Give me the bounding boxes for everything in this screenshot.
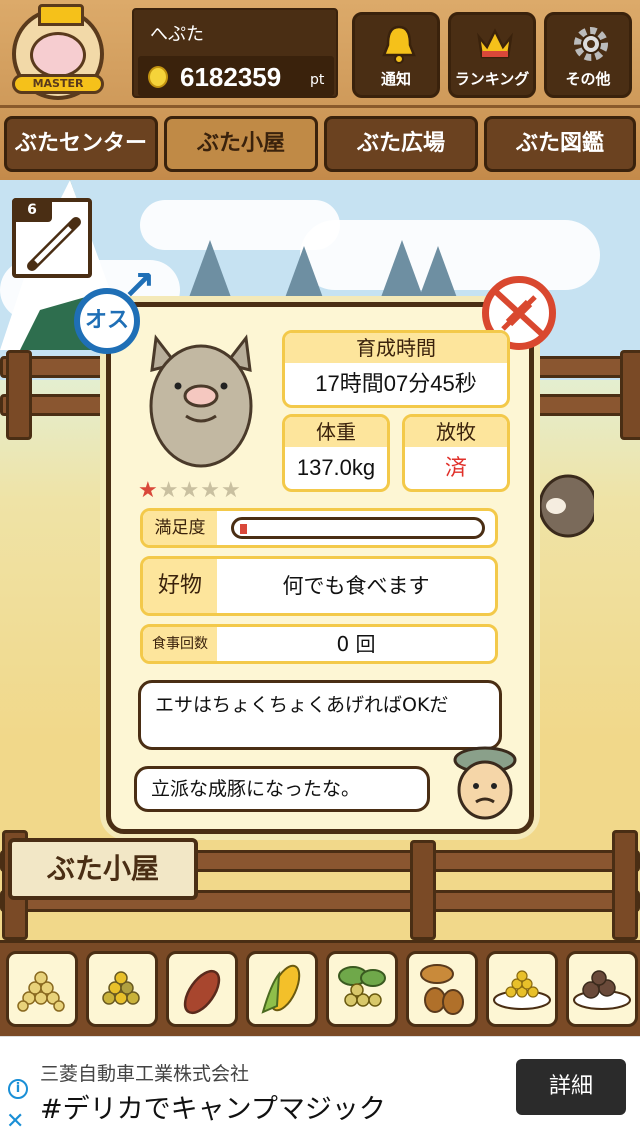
tab-buta-hiroba[interactable]: ぶた広場 — [324, 116, 478, 172]
soybeans-icon — [17, 971, 65, 1012]
favorite-food-row: 好物 何でも食べます — [140, 556, 498, 616]
top-header: MASTER へぷた 6182359 pt 通知 ランキング その他 — [0, 0, 640, 108]
favorite-value: 何でも食べます — [282, 574, 430, 598]
syringe-icon — [27, 217, 81, 271]
weight-value: 137.0kg — [296, 455, 376, 480]
points-value: 6182359 — [180, 62, 282, 92]
bell-icon — [382, 25, 416, 64]
food-bar — [0, 940, 640, 1036]
other-label: その他 — [565, 70, 611, 88]
grain-plate-icon — [493, 970, 551, 1010]
ad-title: #デリカでキャンプマジック — [40, 1094, 386, 1125]
star-rating: ★★★★★ — [138, 478, 242, 503]
star-empty-icon: ★ — [200, 478, 221, 503]
notification-button[interactable]: 通知 — [352, 12, 440, 98]
buta-koya-sign: ぶた小屋 — [8, 838, 198, 900]
food-item-sweet-potato[interactable] — [166, 951, 238, 1027]
food-item-soybeans[interactable] — [6, 951, 78, 1027]
ad-company: 三菱自動車工業株式会社 — [40, 1063, 250, 1085]
notification-label: 通知 — [380, 70, 411, 88]
player-avatar[interactable]: MASTER — [12, 4, 104, 100]
satisfaction-fill — [240, 524, 247, 534]
fence-post — [620, 350, 640, 440]
weight-label: 体重 — [285, 417, 387, 447]
pig-face-icon — [30, 32, 86, 78]
speech-bubble-2: 立派な成豚になったな。 — [134, 766, 430, 812]
coin-icon — [148, 66, 168, 88]
meatball-plate-icon — [573, 970, 631, 1010]
tab-buta-koya[interactable]: ぶた小屋 — [164, 116, 318, 172]
speech-bubble-1: エサはちょくちょくあげればOKだ — [138, 680, 502, 750]
tab-buta-center[interactable]: ぶたセンター — [4, 116, 158, 172]
grazing-value: 済 — [444, 455, 467, 480]
growth-time-box: 育成時間 17時間07分45秒 — [282, 330, 510, 408]
star-filled-icon: ★ — [138, 478, 159, 503]
fence-post — [410, 840, 436, 940]
satisfaction-bar — [231, 517, 485, 539]
pig-illustration — [149, 334, 253, 468]
satisfaction-row: 満足度 — [140, 508, 498, 548]
vaccine-item[interactable]: 6 — [12, 198, 92, 278]
acorns-icon — [420, 964, 464, 1015]
satisfaction-label: 満足度 — [143, 511, 217, 545]
acorn-leaf-icon — [338, 966, 386, 1007]
meals-value: 0 回 — [336, 632, 376, 656]
grazing-box: 放牧 済 — [402, 414, 510, 492]
username: へぷた — [150, 24, 204, 45]
crown-icon — [38, 4, 84, 26]
points-row: 6182359 pt — [138, 56, 334, 96]
food-item-acorn-leaf[interactable] — [326, 951, 398, 1027]
star-empty-icon: ★ — [158, 478, 180, 503]
ad-banner[interactable]: i ✕ 三菱自動車工業株式会社 #デリカでキャンプマジック 詳細 — [0, 1036, 640, 1136]
food-item-grain-plate[interactable] — [486, 951, 558, 1027]
food-item-meatball-plate[interactable] — [566, 951, 638, 1027]
favorite-label: 好物 — [143, 559, 217, 613]
tree — [188, 240, 232, 300]
weight-box: 体重 137.0kg — [282, 414, 390, 492]
food-item-mixed-grain[interactable] — [86, 951, 158, 1027]
star-empty-icon: ★ — [179, 478, 201, 503]
corn-icon — [261, 964, 301, 1014]
crown-icon — [477, 28, 513, 59]
ad-close-icon[interactable]: ✕ — [6, 1109, 24, 1134]
meal-count-row: 食事回数 0 回 — [140, 624, 498, 664]
grazing-label: 放牧 — [405, 417, 507, 447]
ranking-button[interactable]: ランキング — [448, 12, 536, 98]
food-item-acorns[interactable] — [406, 951, 478, 1027]
sweet-potato-icon — [183, 969, 221, 1015]
ad-info-icon[interactable]: i — [8, 1079, 28, 1099]
male-symbol-icon: ↗ — [122, 263, 156, 309]
tab-buta-zukan[interactable]: ぶた図鑑 — [484, 116, 636, 172]
food-item-corn[interactable] — [246, 951, 318, 1027]
ad-details-button[interactable]: 詳細 — [516, 1059, 626, 1115]
user-info-panel: へぷた 6182359 pt — [132, 8, 338, 98]
tab-bar: ぶたセンター ぶた小屋 ぶた広場 ぶた図鑑 — [0, 108, 640, 180]
other-button[interactable]: その他 — [544, 12, 632, 98]
wild-boar-peek — [538, 474, 594, 538]
fence-post — [6, 350, 32, 440]
farmer-icon — [453, 746, 517, 820]
growth-time-value: 17時間07分45秒 — [315, 371, 477, 396]
fence-post — [612, 830, 638, 940]
growth-time-label: 育成時間 — [285, 333, 507, 363]
rank-badge: MASTER — [12, 74, 104, 94]
mixed-grain-icon — [102, 971, 140, 1005]
ranking-label: ランキング — [454, 70, 530, 88]
star-empty-icon: ★ — [220, 478, 242, 503]
points-unit: pt — [310, 72, 325, 88]
gear-icon — [574, 27, 608, 61]
meals-label: 食事回数 — [143, 627, 217, 661]
